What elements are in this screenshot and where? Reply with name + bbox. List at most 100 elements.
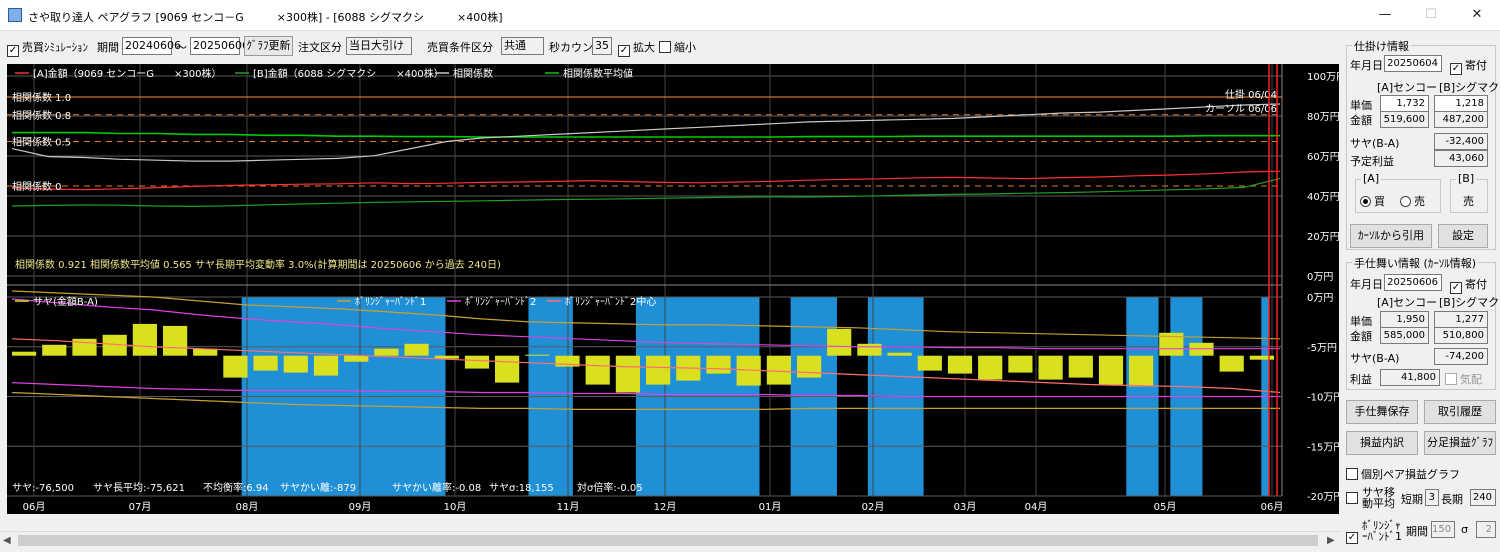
corr-line [11,103,1281,162]
spread-bar-13 [404,343,429,356]
maximize-button[interactable]: ☐ [1408,0,1454,31]
ma-checkbox[interactable] [1346,492,1361,505]
trade-cond-label: 売買条件区分 [427,41,493,54]
profit-detail-button[interactable]: 損益内訳 [1346,431,1418,455]
exit-price-label: 単価 [1350,315,1372,328]
lower-y-tick-3: -15万円 [1307,442,1339,453]
minute-profit-graph-button[interactable]: 分足損益ｸﾞﾗﾌ [1424,431,1496,455]
entry-spread-label: サヤ(B-A) [1350,137,1400,150]
order-type-field[interactable]: 当日大引け [346,37,412,55]
spread-bar-5 [163,325,188,356]
bb-sigma-label: σ [1461,523,1468,536]
scroll-right-icon[interactable]: ▶ [1327,535,1335,546]
pair-graph-checkbox[interactable]: 個別ペア損益グラフ [1346,466,1460,482]
close-button[interactable]: ✕ [1454,0,1500,31]
pair-graph-check[interactable] [1346,468,1358,480]
entry-profit-value: 43,060 [1434,150,1488,167]
entry-date-field[interactable]: 20250604 [1384,55,1442,72]
trade-cond-field[interactable]: 共通 [501,37,544,55]
lower-legend-label-1: ﾎﾞﾘﾝｼﾞｬｰﾊﾞﾝﾄﾞ1 [355,296,426,308]
zoom-checkbox[interactable]: ✓ 拡大 [618,39,655,57]
lower-legend-label-3: ﾎﾞﾘﾝｼﾞｬｰﾊﾞﾝﾄﾞ2中心 [565,295,656,308]
exit-spread-label: サヤ(B-A) [1350,352,1400,365]
spread-bar-40 [1219,355,1244,372]
stat-text-6: 対σ倍率:-0.05 [577,481,643,494]
price-b-line [11,178,1281,208]
entry-col-b: [B]シグマク [1439,81,1500,94]
kehai-check[interactable] [1445,373,1457,385]
shrink-checkbox[interactable]: 縮小 [659,39,696,55]
corr-level-label-1: 相関係数 0.8 [12,109,71,122]
cursor-quote-button[interactable]: ｶｰｿﾙから引用 [1350,224,1432,248]
simulation-checkbox[interactable]: ✓ 売買ｼﾐｭﾚｰｼｮﾝ [7,39,88,57]
set-button[interactable]: 設定 [1438,224,1488,248]
scroll-left-icon[interactable]: ◀ [3,535,11,546]
short-label: 短期 [1401,493,1423,506]
entry-info-group: 仕掛け情報 年月日 20250604 ✓ 寄付 [A]センコー [B]シグマク 単… [1346,38,1500,250]
entry-spread-value: -32,400 [1434,133,1488,150]
trade-history-button[interactable]: 取引履歴 [1424,400,1496,424]
spread-bar-30 [917,355,942,371]
entry-yoritsuki-checkbox[interactable]: ✓ 寄付 [1450,57,1487,75]
upper-legend-label-2: 相関係数 [453,67,493,80]
corr-average-line [12,131,1280,138]
ma-check[interactable] [1346,492,1358,504]
upper-y-tick-2: 60万円 [1307,152,1339,163]
spread-bar-28 [857,343,882,356]
exit-date-field[interactable]: 20250606 [1384,274,1442,291]
period-to-field[interactable]: 20250606 [190,37,249,55]
minimize-button[interactable]: — [1362,0,1408,31]
spread-bar-0 [12,351,37,356]
entry-price-label: 単価 [1350,99,1372,112]
shrink-check[interactable] [659,41,671,53]
lower-y-tick-0: 0万円 [1307,293,1333,304]
horizontal-scrollbar[interactable]: ◀ ▶ [0,531,1342,549]
sell-radio[interactable]: 売 [1400,193,1425,209]
entry-yoritsuki-check[interactable]: ✓ [1450,63,1462,75]
lower-legend-label-2: ﾎﾞﾘﾝｼﾞｬｰﾊﾞﾝﾄﾞ2 [465,296,536,308]
month-label-1: 07月 [129,501,152,513]
long-label: 長期 [1441,493,1463,506]
corr-level-label-0: 相関係数 1.0 [12,91,71,104]
bb-check[interactable]: ✓ [1346,532,1358,544]
spread-bar-32 [978,355,1003,380]
bb-sigma-field[interactable]: 2 [1476,521,1496,538]
month-label-3: 09月 [349,501,372,513]
ma-label-line2: 動平均 [1362,497,1395,510]
exit-yoritsuki-checkbox[interactable]: ✓ 寄付 [1450,276,1487,294]
scroll-thumb[interactable] [18,535,1318,546]
zoom-check[interactable]: ✓ [618,45,630,57]
upper-y-tick-0: 100万円 [1307,72,1339,83]
exit-yoritsuki-check[interactable]: ✓ [1450,282,1462,294]
spread-bar-19 [585,355,610,385]
spread-bar-29 [887,352,912,356]
buy-radio-icon[interactable] [1360,196,1371,207]
seconds-field[interactable]: 35 [592,37,612,55]
long-field[interactable]: 240 [1470,489,1496,506]
pair-chart-svg[interactable]: [A]金額（9069 センコーG ×300株） [B]金額（6088 シグマクシ … [7,64,1346,514]
month-label-8: 02月 [862,501,885,513]
toolbar: ✓ 売買ｼﾐｭﾚｰｼｮﾝ 期間 20240606 〜 20250606 ｸﾞﾗﾌ更… [0,34,1342,60]
entry-price-b[interactable]: 1,218 [1434,95,1488,112]
side-b-group: [B] 売 [1450,172,1488,213]
sell-radio-icon[interactable] [1400,196,1411,207]
short-field[interactable]: 3 [1425,489,1439,506]
spread-bar-35 [1068,355,1093,378]
entry-price-a[interactable]: 1,732 [1380,95,1429,112]
period-separator: 〜 [176,41,187,54]
save-exit-button[interactable]: 手仕舞保存 [1346,400,1418,424]
buy-radio[interactable]: 買 [1360,193,1385,209]
month-label-6: 12月 [654,501,677,513]
exit-date-label: 年月日 [1350,278,1383,291]
pair-chart-area[interactable]: [A]金額（9069 センコーG ×300株） [B]金額（6088 シグマクシ … [7,64,1346,514]
spread-bar-41 [1249,355,1274,360]
bb-period-field[interactable]: 150 [1431,521,1455,538]
bb-checkbox[interactable]: ✓ [1346,528,1361,544]
period-from-field[interactable]: 20240606 [122,37,181,55]
kehai-checkbox[interactable]: 気配 [1445,371,1482,387]
graph-update-button[interactable]: ｸﾞﾗﾌ更新 [244,36,293,56]
upper-y-tick-1: 80万円 [1307,112,1339,123]
side-a-title: [A] [1361,172,1382,185]
month-label-0: 06月 [23,501,46,513]
simulation-check[interactable]: ✓ [7,45,19,57]
